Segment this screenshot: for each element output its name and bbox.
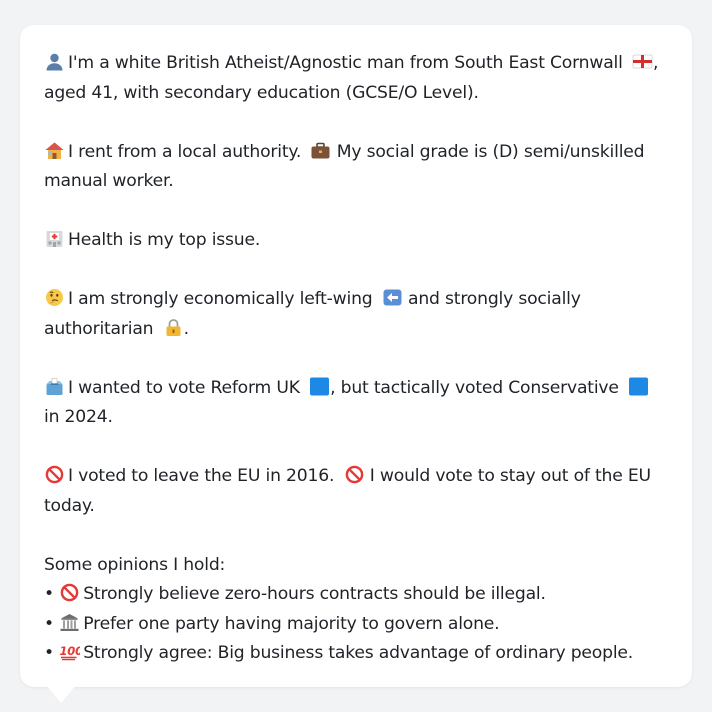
hundred-points-icon: 100 [59, 642, 80, 661]
england-flag-icon [632, 52, 653, 71]
reform-blue-square-icon [309, 377, 330, 396]
lock-icon [163, 318, 184, 337]
conservative-blue-square-icon [628, 377, 649, 396]
house-icon [44, 141, 65, 160]
opinion-text: Strongly believe zero-hours contracts sh… [83, 584, 546, 604]
politics-paragraph: I am strongly economically left-wing and… [44, 285, 668, 344]
briefcase-icon [310, 141, 331, 160]
vote-text-3: in 2024. [44, 407, 113, 427]
opinions-list: • Strongly believe zero-hours contracts … [44, 580, 668, 669]
bullet: • [44, 643, 54, 663]
message-bubble: I'm a white British Atheist/Agnostic man… [20, 25, 692, 687]
bullet: • [44, 584, 54, 604]
politics-text-1: I am strongly economically left-wing [68, 289, 373, 309]
person-silhouette-icon [44, 52, 65, 71]
eu-text-1: I voted to leave the EU in 2016. [68, 466, 335, 486]
list-item: • 100Strongly agree: Big business takes … [44, 639, 668, 669]
hospital-icon [44, 229, 65, 248]
intro-line-1: I'm a white British Atheist/Agnostic man… [68, 53, 623, 73]
list-item: • Prefer one party having majority to go… [44, 610, 668, 640]
housing-text-1: I rent from a local authority. [68, 141, 302, 162]
issue-paragraph: Health is my top issue. [44, 226, 668, 256]
left-arrow-icon [382, 288, 403, 307]
prohibited-icon [59, 583, 80, 602]
issue-text: Health is my top issue. [68, 230, 261, 250]
housing-paragraph: I rent from a local authority. My social… [44, 138, 668, 197]
opinions-section: Some opinions I hold: • Strongly believe… [44, 551, 668, 669]
vote-text-2: , but tactically voted Conservative [330, 377, 619, 398]
intro-paragraph: I'm a white British Atheist/Agnostic man… [44, 49, 668, 108]
opinion-text: Prefer one party having majority to gove… [83, 613, 500, 634]
svg-text:100: 100 [60, 644, 81, 658]
opinion-text: Strongly agree: Big business takes advan… [83, 643, 634, 663]
thinking-face-icon [44, 288, 65, 307]
list-item: • Strongly believe zero-hours contracts … [44, 580, 668, 610]
bubble-tail [45, 684, 77, 703]
eu-paragraph: I voted to leave the EU in 2016. I would… [44, 462, 668, 521]
vote-paragraph: I wanted to vote Reform UK , but tactica… [44, 374, 668, 433]
ballot-box-icon [44, 377, 65, 396]
message-content: I'm a white British Atheist/Agnostic man… [44, 49, 668, 669]
opinions-heading: Some opinions I hold: [44, 554, 226, 575]
prohibited-icon [44, 465, 65, 484]
politics-text-3: . [183, 318, 189, 339]
vote-text-1: I wanted to vote Reform UK [68, 377, 300, 398]
prohibited-icon [344, 465, 365, 484]
bullet: • [44, 613, 54, 634]
classical-building-icon [59, 613, 80, 632]
